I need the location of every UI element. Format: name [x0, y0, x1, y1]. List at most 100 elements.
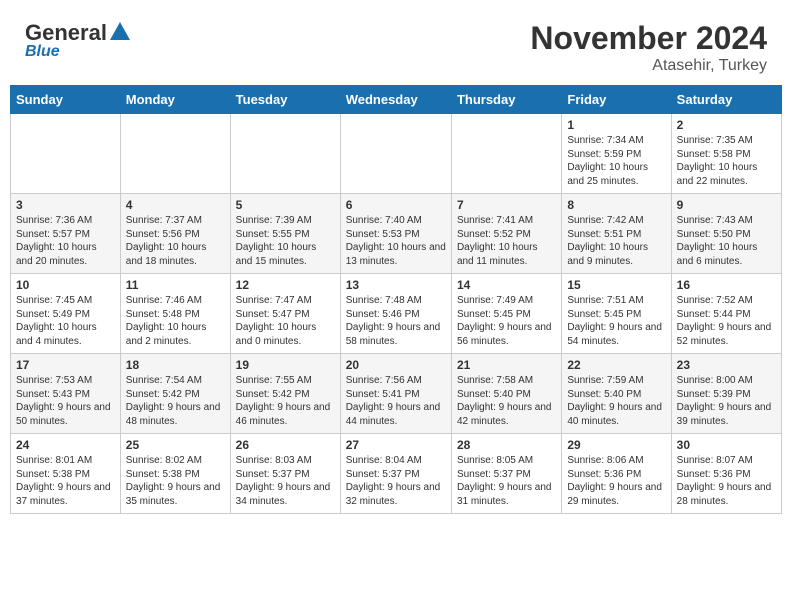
- day-info: Sunrise: 8:01 AM Sunset: 5:38 PM Dayligh…: [16, 454, 115, 508]
- calendar-cell-w2d4: 6 Sunrise: 7:40 AM Sunset: 5:53 PM Daylig…: [340, 194, 451, 274]
- calendar-cell-w5d7: 30 Sunrise: 8:07 AM Sunset: 5:36 PM Dayli…: [671, 434, 781, 514]
- calendar-cell-w4d3: 19 Sunrise: 7:55 AM Sunset: 5:42 PM Dayli…: [230, 354, 340, 434]
- day-number: 12: [236, 278, 335, 292]
- day-number: 5: [236, 198, 335, 212]
- day-number: 11: [126, 278, 225, 292]
- day-info: Sunrise: 7:55 AM Sunset: 5:42 PM Dayligh…: [236, 374, 335, 428]
- day-number: 4: [126, 198, 225, 212]
- calendar-cell-w5d4: 27 Sunrise: 8:04 AM Sunset: 5:37 PM Dayli…: [340, 434, 451, 514]
- calendar-cell-w3d3: 12Sunrise: 7:47 AM Sunset: 5:47 PM Dayli…: [230, 274, 340, 354]
- week-row-2: 3 Sunrise: 7:36 AM Sunset: 5:57 PM Daylig…: [11, 194, 782, 274]
- col-friday: Friday: [562, 86, 671, 114]
- day-number: 19: [236, 358, 335, 372]
- day-info: Sunrise: 7:46 AM Sunset: 5:48 PM Dayligh…: [126, 294, 225, 348]
- day-number: 23: [677, 358, 776, 372]
- day-number: 14: [457, 278, 556, 292]
- calendar-cell-w4d6: 22 Sunrise: 7:59 AM Sunset: 5:40 PM Dayli…: [562, 354, 671, 434]
- day-info: Sunrise: 8:03 AM Sunset: 5:37 PM Dayligh…: [236, 454, 335, 508]
- week-row-5: 24 Sunrise: 8:01 AM Sunset: 5:38 PM Dayli…: [11, 434, 782, 514]
- day-info: Sunrise: 7:35 AM Sunset: 5:58 PM Dayligh…: [677, 134, 776, 188]
- day-number: 7: [457, 198, 556, 212]
- day-number: 3: [16, 198, 115, 212]
- day-info: Sunrise: 7:53 AM Sunset: 5:43 PM Dayligh…: [16, 374, 115, 428]
- day-number: 8: [567, 198, 665, 212]
- day-number: 20: [346, 358, 446, 372]
- day-info: Sunrise: 7:37 AM Sunset: 5:56 PM Dayligh…: [126, 214, 225, 268]
- logo: General Blue: [25, 20, 130, 61]
- week-row-1: 1 Sunrise: 7:34 AM Sunset: 5:59 PM Daylig…: [11, 114, 782, 194]
- calendar-cell-w5d1: 24 Sunrise: 8:01 AM Sunset: 5:38 PM Dayli…: [11, 434, 121, 514]
- day-number: 30: [677, 438, 776, 452]
- day-number: 10: [16, 278, 115, 292]
- logo-blue: Blue: [25, 43, 60, 61]
- calendar-cell-w1d1: [11, 114, 121, 194]
- calendar-cell-w3d6: 15 Sunrise: 7:51 AM Sunset: 5:45 PM Dayli…: [562, 274, 671, 354]
- day-info: Sunrise: 7:48 AM Sunset: 5:46 PM Dayligh…: [346, 294, 446, 348]
- calendar-cell-w3d7: 16 Sunrise: 7:52 AM Sunset: 5:44 PM Dayli…: [671, 274, 781, 354]
- day-info: Sunrise: 7:41 AM Sunset: 5:52 PM Dayligh…: [457, 214, 556, 268]
- calendar-cell-w2d3: 5Sunrise: 7:39 AM Sunset: 5:55 PM Daylig…: [230, 194, 340, 274]
- day-info: Sunrise: 8:07 AM Sunset: 5:36 PM Dayligh…: [677, 454, 776, 508]
- day-info: Sunrise: 8:00 AM Sunset: 5:39 PM Dayligh…: [677, 374, 776, 428]
- col-monday: Monday: [120, 86, 230, 114]
- day-info: Sunrise: 7:43 AM Sunset: 5:50 PM Dayligh…: [677, 214, 776, 268]
- week-row-3: 10 Sunrise: 7:45 AM Sunset: 5:49 PM Dayli…: [11, 274, 782, 354]
- day-number: 26: [236, 438, 335, 452]
- day-info: Sunrise: 7:40 AM Sunset: 5:53 PM Dayligh…: [346, 214, 446, 268]
- day-info: Sunrise: 7:56 AM Sunset: 5:41 PM Dayligh…: [346, 374, 446, 428]
- day-number: 17: [16, 358, 115, 372]
- calendar-cell-w1d3: [230, 114, 340, 194]
- calendar-cell-w2d6: 8Sunrise: 7:42 AM Sunset: 5:51 PM Daylig…: [562, 194, 671, 274]
- calendar-cell-w2d2: 4 Sunrise: 7:37 AM Sunset: 5:56 PM Daylig…: [120, 194, 230, 274]
- day-info: Sunrise: 7:49 AM Sunset: 5:45 PM Dayligh…: [457, 294, 556, 348]
- day-info: Sunrise: 8:04 AM Sunset: 5:37 PM Dayligh…: [346, 454, 446, 508]
- calendar-cell-w4d7: 23 Sunrise: 8:00 AM Sunset: 5:39 PM Dayli…: [671, 354, 781, 434]
- day-info: Sunrise: 7:36 AM Sunset: 5:57 PM Dayligh…: [16, 214, 115, 268]
- calendar-cell-w2d1: 3 Sunrise: 7:36 AM Sunset: 5:57 PM Daylig…: [11, 194, 121, 274]
- calendar-cell-w4d1: 17 Sunrise: 7:53 AM Sunset: 5:43 PM Dayli…: [11, 354, 121, 434]
- calendar-cell-w3d4: 13 Sunrise: 7:48 AM Sunset: 5:46 PM Dayli…: [340, 274, 451, 354]
- day-info: Sunrise: 7:51 AM Sunset: 5:45 PM Dayligh…: [567, 294, 665, 348]
- day-number: 1: [567, 118, 665, 132]
- calendar-cell-w4d4: 20 Sunrise: 7:56 AM Sunset: 5:41 PM Dayli…: [340, 354, 451, 434]
- day-number: 13: [346, 278, 446, 292]
- day-number: 2: [677, 118, 776, 132]
- calendar-cell-w2d7: 9Sunrise: 7:43 AM Sunset: 5:50 PM Daylig…: [671, 194, 781, 274]
- col-thursday: Thursday: [451, 86, 561, 114]
- day-number: 21: [457, 358, 556, 372]
- day-number: 22: [567, 358, 665, 372]
- calendar-cell-w5d6: 29 Sunrise: 8:06 AM Sunset: 5:36 PM Dayli…: [562, 434, 671, 514]
- day-number: 16: [677, 278, 776, 292]
- calendar-cell-w1d6: 1 Sunrise: 7:34 AM Sunset: 5:59 PM Daylig…: [562, 114, 671, 194]
- day-number: 28: [457, 438, 556, 452]
- calendar-header-row: Sunday Monday Tuesday Wednesday Thursday…: [11, 86, 782, 114]
- day-number: 29: [567, 438, 665, 452]
- title-block: November 2024 Atasehir, Turkey: [530, 20, 767, 75]
- day-number: 24: [16, 438, 115, 452]
- week-row-4: 17 Sunrise: 7:53 AM Sunset: 5:43 PM Dayli…: [11, 354, 782, 434]
- day-info: Sunrise: 7:58 AM Sunset: 5:40 PM Dayligh…: [457, 374, 556, 428]
- day-info: Sunrise: 8:05 AM Sunset: 5:37 PM Dayligh…: [457, 454, 556, 508]
- col-wednesday: Wednesday: [340, 86, 451, 114]
- calendar-cell-w5d5: 28 Sunrise: 8:05 AM Sunset: 5:37 PM Dayli…: [451, 434, 561, 514]
- calendar-cell-w3d2: 11 Sunrise: 7:46 AM Sunset: 5:48 PM Dayli…: [120, 274, 230, 354]
- day-number: 6: [346, 198, 446, 212]
- col-sunday: Sunday: [11, 86, 121, 114]
- calendar-cell-w1d2: [120, 114, 230, 194]
- day-info: Sunrise: 8:02 AM Sunset: 5:38 PM Dayligh…: [126, 454, 225, 508]
- calendar-cell-w3d1: 10 Sunrise: 7:45 AM Sunset: 5:49 PM Dayli…: [11, 274, 121, 354]
- day-number: 15: [567, 278, 665, 292]
- day-info: Sunrise: 7:34 AM Sunset: 5:59 PM Dayligh…: [567, 134, 665, 188]
- day-info: Sunrise: 7:45 AM Sunset: 5:49 PM Dayligh…: [16, 294, 115, 348]
- page-title: November 2024: [530, 20, 767, 57]
- day-number: 18: [126, 358, 225, 372]
- col-saturday: Saturday: [671, 86, 781, 114]
- calendar-cell-w3d5: 14 Sunrise: 7:49 AM Sunset: 5:45 PM Dayli…: [451, 274, 561, 354]
- calendar-cell-w1d7: 2 Sunrise: 7:35 AM Sunset: 5:58 PM Daylig…: [671, 114, 781, 194]
- day-info: Sunrise: 8:06 AM Sunset: 5:36 PM Dayligh…: [567, 454, 665, 508]
- calendar-table: Sunday Monday Tuesday Wednesday Thursday…: [10, 85, 782, 514]
- day-info: Sunrise: 7:52 AM Sunset: 5:44 PM Dayligh…: [677, 294, 776, 348]
- day-number: 25: [126, 438, 225, 452]
- day-info: Sunrise: 7:59 AM Sunset: 5:40 PM Dayligh…: [567, 374, 665, 428]
- day-number: 27: [346, 438, 446, 452]
